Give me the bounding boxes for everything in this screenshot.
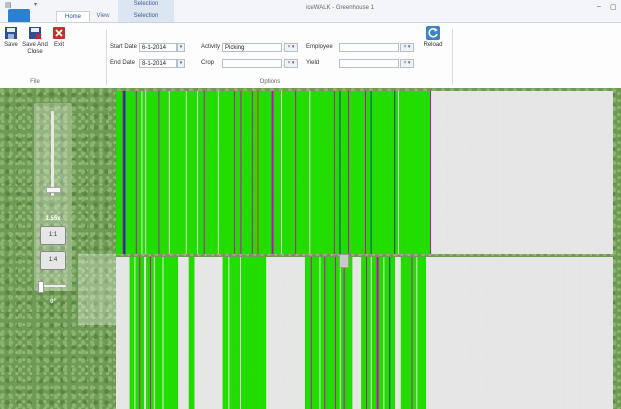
- reload-label: Reload: [423, 42, 443, 48]
- crop-clear-dropdown[interactable]: × ▾: [284, 59, 298, 68]
- start-date-label: Start Date: [110, 44, 138, 50]
- options-group-label: Options: [259, 79, 281, 85]
- greenhouse-rows-bottom[interactable]: [116, 257, 613, 409]
- save-close-icon: [29, 27, 42, 40]
- reload-button[interactable]: Reload: [421, 26, 445, 49]
- exit-button[interactable]: Exit: [51, 26, 67, 49]
- activity-label: Activity: [201, 44, 221, 50]
- zoom-level-readout: 1.55x: [45, 216, 61, 222]
- end-date-field[interactable]: 8-1-2014: [139, 59, 177, 68]
- minimize-button[interactable]: –: [597, 3, 601, 10]
- crop-label: Crop: [201, 60, 215, 66]
- greenhouse-map[interactable]: 1.55x 1:1 1:4 0°: [0, 88, 621, 409]
- zoom-slider[interactable]: [51, 111, 54, 196]
- save-icon: [5, 27, 17, 39]
- zoom-1-1-button[interactable]: 1:1: [40, 226, 66, 245]
- yield-select[interactable]: [339, 59, 399, 68]
- activity-clear-dropdown[interactable]: × ▾: [284, 43, 298, 52]
- tab-view[interactable]: View: [92, 11, 114, 22]
- splitter-handle[interactable]: [339, 254, 349, 268]
- exit-label: Exit: [53, 42, 64, 48]
- zoom-1-4-button[interactable]: 1:4: [40, 251, 66, 270]
- crop-select[interactable]: [222, 59, 282, 68]
- ribbon: Save Save And Close Exit File Start Date…: [0, 22, 621, 90]
- save-and-close-button[interactable]: Save And Close: [21, 26, 49, 56]
- reload-icon: [426, 26, 440, 40]
- end-date-label: End Date: [110, 60, 136, 66]
- employee-select[interactable]: [339, 43, 399, 52]
- context-tab-group-label: Selection: [133, 1, 159, 7]
- maximize-button[interactable]: ▢: [610, 3, 617, 11]
- application-menu-button[interactable]: [8, 9, 30, 22]
- yield-clear-dropdown[interactable]: × ▾: [400, 59, 414, 68]
- heatmap-bottom-svg: [116, 257, 613, 409]
- rotation-slider-thumb[interactable]: [38, 281, 44, 293]
- navigation-panel: 1.55x 1:1 1:4 0°: [34, 103, 72, 305]
- file-group-label: File: [30, 79, 40, 85]
- yield-label: Yield: [306, 60, 320, 66]
- employee-clear-dropdown[interactable]: × ▾: [400, 43, 414, 52]
- title-bar: Selection ▤ ▾ Home View Selection iceWAL…: [0, 0, 621, 23]
- activity-select[interactable]: Picking: [222, 43, 282, 52]
- start-date-dropdown[interactable]: ▾: [177, 43, 185, 52]
- quick-access-dropdown-icon[interactable]: ▾: [34, 1, 37, 8]
- employee-label: Employee: [306, 44, 333, 50]
- quick-access-icon[interactable]: ▤: [5, 1, 12, 9]
- zoom-slider-thumb[interactable]: [46, 187, 61, 193]
- greenhouse-row[interactable]: [612, 257, 613, 409]
- group-divider: [106, 29, 107, 85]
- greenhouse-row[interactable]: [612, 91, 613, 254]
- save-button[interactable]: Save: [3, 26, 19, 49]
- group-divider: [452, 29, 453, 85]
- end-date-dropdown[interactable]: ▾: [177, 59, 185, 68]
- rotation-readout: 0°: [50, 299, 56, 305]
- start-date-field[interactable]: 6-1-2014: [139, 43, 177, 52]
- save-and-close-label: Save And Close: [22, 42, 48, 55]
- tab-selection[interactable]: Selection: [118, 11, 174, 22]
- minimap-viewport[interactable]: [78, 254, 116, 325]
- window-title: iceWALK - Greenhouse 1: [306, 5, 374, 11]
- heatmap-top-svg: [116, 91, 613, 254]
- save-label: Save: [4, 42, 18, 48]
- exit-icon: [53, 27, 65, 39]
- greenhouse-rows-top[interactable]: [116, 91, 613, 254]
